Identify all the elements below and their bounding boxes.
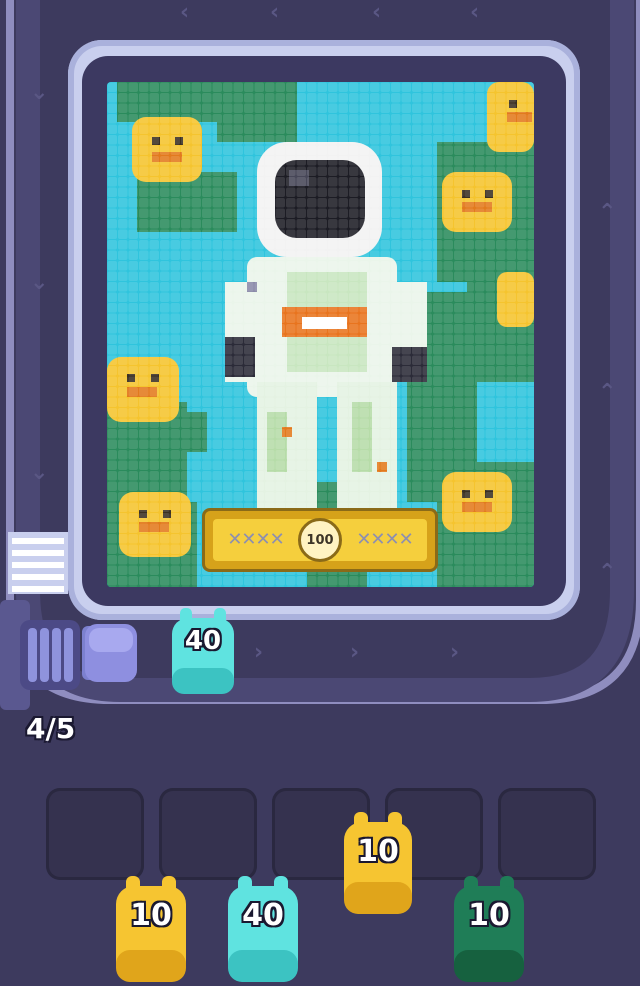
queue-piece[interactable]: 10 — [452, 876, 526, 982]
vent-grille — [8, 532, 68, 594]
track-chevron-icon: ‹ — [270, 0, 280, 25]
track-chevron-icon: › — [450, 640, 460, 665]
progress-badge-value: 100 — [306, 532, 334, 548]
progress-bar: ✕✕✕✕ 100 ✕✕✕✕ — [213, 518, 427, 562]
track-chevron-icon: ⌄ — [30, 80, 49, 105]
ammo-counter: 4/5 — [26, 712, 76, 745]
queue-piece-value: 10 — [357, 834, 399, 869]
chain-left: ✕✕✕✕ — [227, 530, 284, 550]
holding-slot[interactable] — [46, 788, 144, 880]
holding-slot[interactable] — [159, 788, 257, 880]
queue-piece-value: 40 — [242, 898, 284, 933]
track-chevron-icon: ⌃ — [598, 200, 617, 225]
track-chevron-icon: › — [254, 640, 264, 665]
chain-right: ✕✕✕✕ — [356, 530, 413, 550]
cannon-nozzle — [85, 624, 137, 682]
active-piece-value: 40 — [184, 626, 222, 656]
holding-slot[interactable] — [498, 788, 596, 880]
track-chevron-icon: ⌄ — [30, 270, 49, 295]
track-chevron-icon: ⌃ — [598, 560, 617, 585]
queue-piece-value: 10 — [130, 898, 172, 933]
track-chevron-icon: ⌄ — [30, 460, 49, 485]
active-piece[interactable]: 40 — [170, 608, 236, 698]
queue-piece[interactable]: 40 — [226, 876, 300, 982]
queue-piece[interactable]: 10 — [342, 812, 414, 916]
track-chevron-icon: ‹ — [470, 0, 480, 25]
queue-piece-value: 10 — [468, 898, 510, 933]
track-chevron-icon: ⌃ — [598, 380, 617, 405]
queue-piece[interactable]: 10 — [114, 876, 188, 982]
progress-plate: ✕✕✕✕ 100 ✕✕✕✕ — [202, 508, 438, 572]
track-chevron-icon: › — [350, 640, 360, 665]
track-chevron-icon: ‹ — [180, 0, 190, 25]
progress-badge: 100 — [298, 518, 342, 562]
track-chevron-icon: ‹ — [372, 0, 382, 25]
